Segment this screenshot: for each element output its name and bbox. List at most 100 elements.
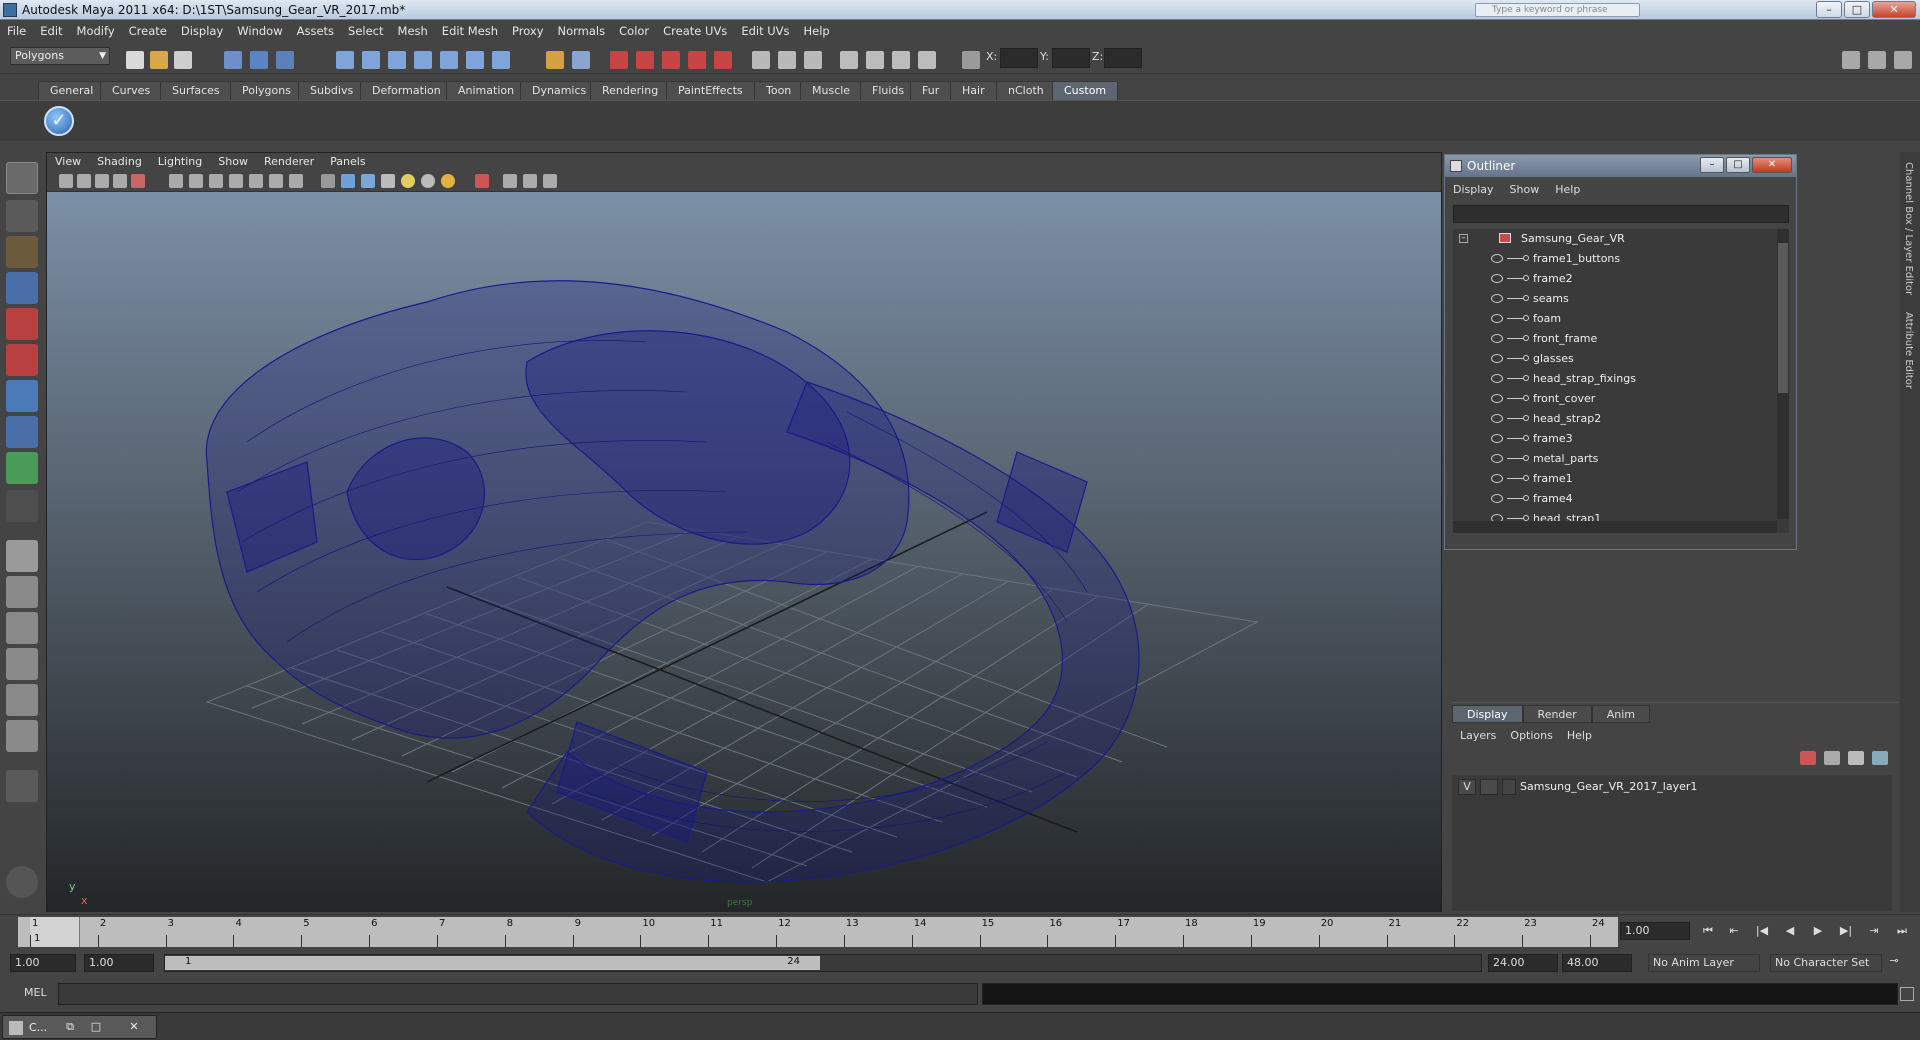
step-back-frame-icon[interactable]: |◀ — [1754, 924, 1770, 938]
rotate-tool-icon[interactable] — [6, 308, 38, 340]
shelf-tab-fur[interactable]: Fur — [910, 81, 952, 100]
last-tool-icon[interactable] — [6, 490, 38, 522]
x-coordinate-input[interactable] — [1000, 48, 1038, 68]
help-search-input[interactable]: Type a keyword or phrase — [1475, 3, 1640, 17]
attribute-editor-side-tab[interactable]: Attribute Editor — [1903, 312, 1914, 389]
play-backwards-icon[interactable]: ◀ — [1782, 924, 1798, 938]
layer-visibility-toggle[interactable]: V — [1458, 779, 1476, 795]
menu-select[interactable]: Select — [341, 24, 390, 38]
film-gate-icon[interactable] — [189, 174, 203, 188]
outliner-item[interactable]: head_strap2 — [1453, 409, 1773, 428]
outliner-titlebar[interactable]: Outliner – □ ✕ — [1445, 155, 1796, 177]
check-icon[interactable]: ✓ — [44, 106, 74, 136]
auto-key-icon[interactable]: ⊸ — [1886, 954, 1902, 968]
four-view-layout-icon[interactable] — [6, 576, 38, 608]
layer-menu-layers[interactable]: Layers — [1460, 729, 1496, 742]
shelf-tab-subdivs[interactable]: Subdivs — [298, 81, 366, 100]
show-hide-channel-box-icon[interactable] — [804, 51, 822, 69]
menu-proxy[interactable]: Proxy — [505, 24, 551, 38]
snap-to-point-icon[interactable] — [388, 51, 406, 69]
new-scene-icon[interactable] — [126, 51, 144, 69]
input-connections-icon[interactable] — [546, 51, 564, 69]
shelf-tab-custom[interactable]: Custom — [1052, 81, 1119, 100]
relationship-editor-icon[interactable] — [918, 51, 936, 69]
shelf-tab-polygons[interactable]: Polygons — [230, 81, 303, 100]
persp-uv-layout-icon[interactable] — [6, 720, 38, 752]
xray-icon[interactable] — [503, 174, 517, 188]
channel-box-toggle-icon[interactable] — [1868, 51, 1886, 69]
y-coordinate-input[interactable] — [1052, 48, 1090, 68]
end-time-input[interactable]: 48.00 — [1562, 954, 1632, 972]
menu-edit-uvs[interactable]: Edit UVs — [734, 24, 796, 38]
layer-menu-help[interactable]: Help — [1567, 729, 1592, 742]
wireframe-icon[interactable] — [321, 174, 335, 188]
snap-to-view-plane-icon[interactable] — [414, 51, 432, 69]
show-manipulator-icon[interactable] — [6, 452, 38, 484]
move-tool-icon[interactable] — [6, 272, 38, 304]
viewport-scene[interactable]: y x persp — [47, 192, 1441, 912]
select-tool-icon[interactable] — [6, 162, 38, 194]
menu-edit-mesh[interactable]: Edit Mesh — [435, 24, 505, 38]
select-by-hierarchy-icon[interactable] — [224, 51, 242, 69]
shelf-tab-rendering[interactable]: Rendering — [590, 81, 671, 100]
open-scene-icon[interactable] — [150, 51, 168, 69]
shelf-tab-curves[interactable]: Curves — [100, 81, 163, 100]
hypergraph-icon[interactable] — [892, 51, 910, 69]
script-editor-icon[interactable] — [1900, 987, 1914, 1001]
script-language-label[interactable]: MEL — [24, 986, 47, 999]
minimize-button[interactable]: – — [1816, 1, 1842, 18]
camera-attributes-icon[interactable] — [77, 174, 91, 188]
hypershade-icon[interactable] — [688, 51, 706, 69]
soft-modification-icon[interactable] — [6, 416, 38, 448]
outliner-item[interactable]: seams — [1453, 289, 1773, 308]
perspective-viewport[interactable]: View Shading Lighting Show Renderer Pane… — [46, 152, 1442, 912]
quick-layout-icon[interactable] — [6, 770, 38, 802]
anim-layer-dropdown[interactable]: No Anim Layer — [1648, 954, 1760, 972]
grid-icon[interactable] — [169, 174, 183, 188]
output-connections-icon[interactable] — [572, 51, 590, 69]
tool-settings-toggle-icon[interactable] — [1894, 51, 1912, 69]
history-icon[interactable] — [466, 51, 484, 69]
transform-input-icon[interactable] — [962, 51, 980, 69]
outliner-item[interactable]: front_cover — [1453, 389, 1773, 408]
menu-create-uvs[interactable]: Create UVs — [656, 24, 734, 38]
menu-file[interactable]: File — [0, 24, 33, 38]
outliner-maximize-button[interactable]: □ — [1726, 157, 1750, 173]
range-slider-bar[interactable]: 1 24 — [164, 954, 1482, 972]
textured-icon[interactable] — [381, 174, 395, 188]
outliner-item[interactable]: head_strap_fixings — [1453, 369, 1773, 388]
playback-end-input[interactable]: 24.00 — [1488, 954, 1558, 972]
xray-joints-icon[interactable] — [543, 174, 557, 188]
outliner-item[interactable]: glasses — [1453, 349, 1773, 368]
snap-to-grid-icon[interactable] — [336, 51, 354, 69]
save-scene-icon[interactable] — [174, 51, 192, 69]
menu-create[interactable]: Create — [122, 24, 174, 38]
menu-set-selector[interactable]: Polygons ▼ — [10, 47, 110, 65]
shelf-tab-toon[interactable]: Toon — [754, 81, 804, 100]
play-forwards-icon[interactable]: ▶ — [1810, 924, 1826, 938]
go-to-start-icon[interactable]: ⏮ — [1700, 924, 1716, 938]
bookmarks-icon[interactable] — [95, 174, 109, 188]
viewport-menu-show[interactable]: Show — [210, 155, 256, 168]
outliner-item-root[interactable]: – Samsung_Gear_VR — [1453, 229, 1773, 248]
gate-mask-icon[interactable] — [229, 174, 243, 188]
show-hide-attribute-editor-icon[interactable] — [752, 51, 770, 69]
outliner-horizontal-scrollbar[interactable] — [1453, 521, 1777, 533]
show-hide-tool-settings-icon[interactable] — [778, 51, 796, 69]
outliner-menu-help[interactable]: Help — [1555, 183, 1580, 196]
outliner-icon[interactable] — [840, 51, 858, 69]
move-layer-up-icon[interactable] — [1800, 751, 1816, 765]
field-chart-icon[interactable] — [249, 174, 263, 188]
ipr-render-icon[interactable] — [636, 51, 654, 69]
shelf-tab-painteffects[interactable]: PaintEffects — [666, 81, 755, 100]
render-settings-icon[interactable] — [662, 51, 680, 69]
outliner-item[interactable]: metal_parts — [1453, 449, 1773, 468]
outliner-item[interactable]: frame2 — [1453, 269, 1773, 288]
layer-menu-options[interactable]: Options — [1510, 729, 1552, 742]
shelf-tab-general[interactable]: General — [38, 81, 106, 100]
new-layer-from-selected-icon[interactable] — [1872, 751, 1888, 765]
layer-tab-display[interactable]: Display — [1452, 705, 1523, 723]
isolate-select-icon[interactable] — [475, 174, 489, 188]
scrollbar-thumb[interactable] — [1778, 243, 1788, 393]
time-slider-bar[interactable]: 1 1 2 3 4 5 6 7 8 9 10 11 12 13 14 15 16 17 18 19 20 21 22 23 2… — [18, 917, 1618, 947]
